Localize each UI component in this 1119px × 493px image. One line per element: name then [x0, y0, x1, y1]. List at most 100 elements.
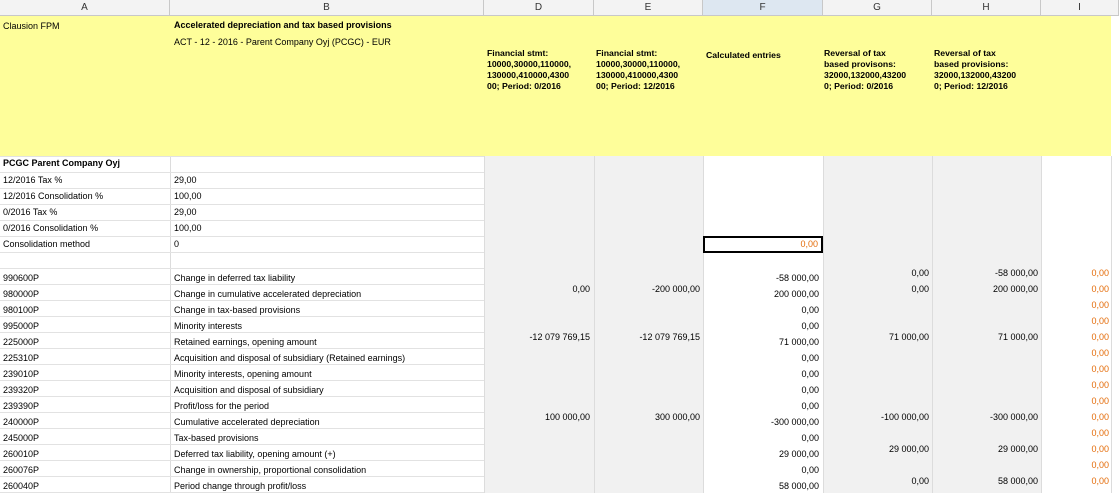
cell-i[interactable]: 0,00	[1043, 283, 1109, 295]
col-g-header: Reversal of tax based provisons: 32000,132…	[824, 48, 907, 91]
row-description: Retained earnings, opening amount	[174, 337, 317, 347]
cell-f[interactable]: -58 000,00	[705, 272, 819, 284]
cell-d[interactable]: 0,00	[486, 283, 590, 295]
grid-line	[0, 412, 484, 413]
col-f-header: Calculated entries	[706, 50, 781, 60]
row-description: Minority interests	[174, 321, 243, 331]
cell-f[interactable]: 0,00	[705, 464, 819, 476]
cell-i[interactable]: 0,00	[1043, 411, 1109, 423]
row-description: Minority interests, opening amount	[174, 369, 312, 379]
col-h-header: Reversal of tax based provisions: 32000,13…	[934, 48, 1017, 91]
cell-h[interactable]: -58 000,00	[934, 267, 1038, 279]
cell-g[interactable]: 29 000,00	[825, 443, 929, 455]
cell-i[interactable]: 0,00	[1043, 299, 1109, 311]
cell-i[interactable]: 0,00	[1043, 379, 1109, 391]
cell-i[interactable]: 0,00	[1043, 315, 1109, 327]
column-header-e[interactable]: E	[594, 0, 703, 15]
row-code: 225310P	[3, 353, 40, 363]
cell-f[interactable]: 0,00	[705, 352, 819, 364]
row-code: 980100P	[3, 305, 40, 315]
cell-d[interactable]: 100 000,00	[486, 411, 590, 423]
grid-line	[0, 444, 484, 445]
column-header-f[interactable]: F	[703, 0, 823, 15]
grid-line	[0, 268, 484, 269]
cell-f[interactable]: 0,00	[705, 432, 819, 444]
grid-line	[932, 156, 933, 493]
cell-g[interactable]: 0,00	[825, 475, 929, 487]
row-code: 260040P	[3, 481, 40, 491]
cell-f[interactable]: 0,00	[705, 304, 819, 316]
cell-f[interactable]: 200 000,00	[705, 288, 819, 300]
row-description: Change in tax-based provisions	[174, 305, 301, 315]
cell-e[interactable]: 300 000,00	[596, 411, 700, 423]
cell-h[interactable]: 71 000,00	[934, 331, 1038, 343]
grid-line	[0, 396, 484, 397]
cell-f[interactable]: 0,00	[705, 368, 819, 380]
column-header-g[interactable]: G	[823, 0, 932, 15]
grid-line	[170, 156, 171, 493]
param-label: 12/2016 Consolidation %	[3, 191, 104, 201]
param-value[interactable]: 29,00	[174, 174, 197, 186]
cell-g[interactable]: -100 000,00	[825, 411, 929, 423]
cell-i[interactable]: 0,00	[1043, 427, 1109, 439]
grid-line	[0, 236, 484, 237]
row-code: 239390P	[3, 401, 40, 411]
cell-f[interactable]: -300 000,00	[705, 416, 819, 428]
column-header-d[interactable]: D	[484, 0, 594, 15]
grid-line	[484, 156, 485, 493]
cell-i[interactable]: 0,00	[1043, 347, 1109, 359]
cell-h[interactable]: -300 000,00	[934, 411, 1038, 423]
cell-h[interactable]: 29 000,00	[934, 443, 1038, 455]
cell-g[interactable]: 71 000,00	[825, 331, 929, 343]
cell-i[interactable]: 0,00	[1043, 475, 1109, 487]
column-header-a[interactable]: A	[0, 0, 170, 15]
row-code: 260010P	[3, 449, 40, 459]
row-code: 245000P	[3, 433, 40, 443]
row-description: Acquisition and disposal of subsidiary (…	[174, 353, 406, 363]
cell-f[interactable]: 29 000,00	[705, 448, 819, 460]
cell-f[interactable]: 71 000,00	[705, 336, 819, 348]
param-value[interactable]: 100,00	[174, 222, 202, 234]
cell-g[interactable]: 0,00	[825, 267, 929, 279]
cell-i[interactable]: 0,00	[1043, 459, 1109, 471]
cell-e[interactable]: -200 000,00	[596, 283, 700, 295]
row-description: Change in ownership, proportional consol…	[174, 465, 367, 475]
cell-i[interactable]: 0,00	[1043, 331, 1109, 343]
row-description: Period change through profit/loss	[174, 481, 307, 491]
grid-line	[0, 364, 484, 365]
company-name: PCGC Parent Company Oyj	[3, 158, 121, 168]
column-header-i[interactable]: I	[1041, 0, 1119, 15]
cell-f[interactable]: 0,00	[705, 400, 819, 412]
cell-f[interactable]: 58 000,00	[705, 480, 819, 492]
cell-h[interactable]: 58 000,00	[934, 475, 1038, 487]
row-description: Profit/loss for the period	[174, 401, 270, 411]
cell-i[interactable]: 0,00	[1043, 395, 1109, 407]
cell-f[interactable]: 0,00	[705, 384, 819, 396]
param-label: 0/2016 Tax %	[3, 207, 58, 217]
row-code: 225000P	[3, 337, 40, 347]
grid-line	[594, 156, 595, 493]
param-value[interactable]: 29,00	[174, 206, 197, 218]
grid-line	[0, 332, 484, 333]
cell-h[interactable]: 200 000,00	[934, 283, 1038, 295]
cell-i[interactable]: 0,00	[1043, 363, 1109, 375]
column-header-b[interactable]: B	[170, 0, 484, 15]
cell-i[interactable]: 0,00	[1043, 267, 1109, 279]
report-title: Accelerated depreciation and tax based p…	[174, 20, 392, 30]
row-description: Change in deferred tax liability	[174, 273, 296, 283]
row-description: Change in cumulative accelerated depreci…	[174, 289, 362, 299]
cell-i[interactable]: 0,00	[1043, 443, 1109, 455]
param-value[interactable]: 100,00	[174, 190, 202, 202]
row-code: 240000P	[3, 417, 40, 427]
cell-f[interactable]: 0,00	[705, 320, 819, 332]
row-description: Acquisition and disposal of subsidiary	[174, 385, 324, 395]
cell-g[interactable]: 0,00	[825, 283, 929, 295]
cell-e[interactable]: -12 079 769,15	[596, 331, 700, 343]
cell-d[interactable]: -12 079 769,15	[486, 331, 590, 343]
grid-line	[0, 252, 484, 253]
row-description: Deferred tax liability, opening amount (…	[174, 449, 336, 459]
column-header-h[interactable]: H	[932, 0, 1041, 15]
row-code: 239320P	[3, 385, 40, 395]
col-e-header: Financial stmt: 10000,30000,110000, 130000…	[596, 48, 681, 91]
param-value[interactable]: 0	[174, 238, 179, 250]
